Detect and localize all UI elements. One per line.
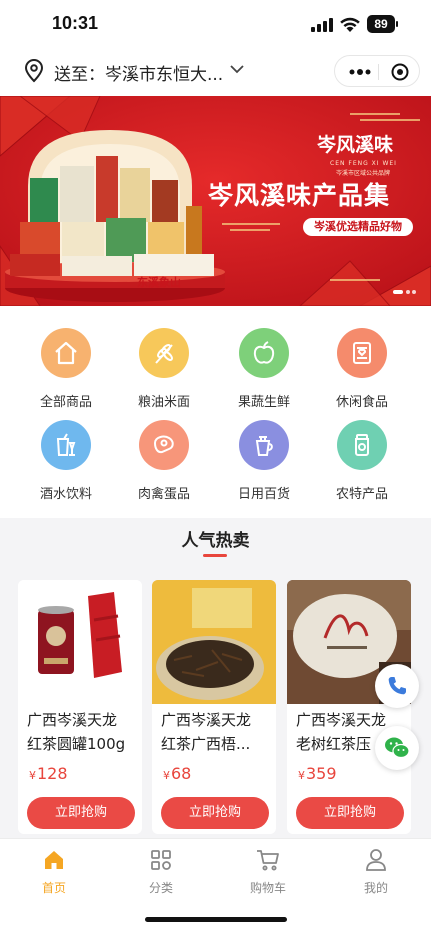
phone-contact-button[interactable] — [375, 664, 419, 708]
banner-stamp: 东溪象山 — [137, 276, 181, 289]
promo-banner[interactable]: 岑风溪味 CEN FENG XI WEI 岑溪市区域公共品牌 岑风溪味产品集 岑… — [0, 96, 431, 306]
product-price: ¥68 — [163, 764, 191, 783]
category-grid-icon — [151, 850, 171, 870]
tab-profile[interactable]: 我的 — [336, 847, 416, 896]
buy-now-button[interactable]: 立即抢购 — [296, 797, 404, 829]
banner-brand-pinyin: CEN FENG XI WEI — [330, 160, 397, 167]
currency-symbol: ¥ — [29, 769, 36, 782]
category-label: 果蔬生鲜 — [237, 395, 290, 410]
product-price: ¥128 — [29, 764, 68, 783]
product-card[interactable]: 广西岑溪天龙 红茶圆罐100g ¥128 立即抢购 — [18, 580, 142, 834]
category-snacks[interactable]: 休闲食品 — [312, 328, 412, 410]
category-label: 农特产品 — [335, 487, 388, 502]
jar-icon — [337, 420, 387, 470]
apple-icon — [239, 328, 289, 378]
category-label: 肉禽蛋品 — [137, 487, 190, 502]
price-value: 68 — [171, 764, 192, 783]
capsule-divider — [378, 64, 379, 80]
miniprogram-capsule — [334, 55, 420, 87]
snack-icon — [337, 328, 387, 378]
wechat-contact-button[interactable] — [375, 726, 419, 770]
home-icon — [45, 851, 63, 869]
section-title: 人气热卖 — [181, 531, 250, 551]
tab-label: 分类 — [148, 881, 173, 895]
tab-label: 我的 — [363, 881, 388, 895]
battery-indicator: 89 — [367, 15, 395, 33]
product-name-line2: 红茶圆罐100g — [27, 735, 126, 753]
close-miniprogram-icon[interactable] — [391, 63, 409, 81]
teapot-icon — [239, 420, 289, 470]
category-label: 日用百货 — [237, 487, 290, 502]
popular-section: 人气热卖 广西岑溪天龙 红茶圆罐100g ¥128 立即抢购 广西岑溪天龙 红茶… — [0, 518, 431, 840]
category-all-products[interactable]: 全部商品 — [16, 328, 116, 410]
product-name-line2: 红茶广西梧... — [161, 735, 251, 753]
category-label: 酒水饮料 — [39, 487, 92, 502]
tab-label: 购物车 — [249, 881, 286, 895]
product-name-line1: 广西岑溪天龙 — [27, 711, 118, 729]
category-label: 全部商品 — [39, 395, 92, 410]
tab-category[interactable]: 分类 — [121, 847, 201, 896]
chevron-down-icon[interactable] — [230, 64, 244, 74]
location-pin-icon — [24, 59, 44, 83]
carousel-indicator — [393, 290, 416, 294]
product-card[interactable]: 广西岑溪天龙 红茶广西梧... ¥68 立即抢购 — [152, 580, 276, 834]
category-daily-goods[interactable]: 日用百货 — [214, 420, 314, 502]
wheat-icon — [139, 328, 189, 378]
phone-icon — [388, 677, 406, 695]
bottom-tab-bar: 首页 分类 购物车 我的 — [0, 838, 431, 931]
buy-now-button[interactable]: 立即抢购 — [27, 797, 135, 829]
cellular-signal-icon — [311, 18, 333, 32]
more-options-icon[interactable] — [349, 69, 371, 75]
banner-brand-logo: 岑风溪味 — [317, 134, 394, 156]
home-icon — [41, 328, 91, 378]
price-value: 359 — [306, 764, 337, 783]
section-title-underline — [203, 554, 227, 557]
category-drinks[interactable]: 酒水饮料 — [16, 420, 116, 502]
tab-label: 首页 — [41, 881, 66, 895]
category-label: 休闲食品 — [335, 395, 388, 410]
drink-icon — [41, 420, 91, 470]
cart-icon — [257, 850, 279, 871]
product-name: 广西岑溪天龙 红茶广西梧... — [161, 708, 276, 756]
tab-cart[interactable]: 购物车 — [228, 847, 308, 896]
category-meat-eggs[interactable]: 肉禽蛋品 — [114, 420, 214, 502]
status-time: 10:31 — [52, 13, 99, 33]
product-image — [18, 580, 142, 704]
price-value: 128 — [37, 764, 68, 783]
banner-slogan: 岑溪优选精品好物 — [303, 218, 413, 236]
product-price: ¥359 — [298, 764, 337, 783]
home-indicator — [145, 917, 287, 922]
currency-symbol: ¥ — [298, 769, 305, 782]
user-icon — [366, 849, 386, 871]
product-image — [152, 580, 276, 704]
meat-icon — [139, 420, 189, 470]
product-name: 广西岑溪天龙 红茶圆罐100g — [27, 708, 142, 756]
tab-home[interactable]: 首页 — [14, 847, 94, 896]
category-fruit-veg[interactable]: 果蔬生鲜 — [214, 328, 314, 410]
status-bar: 10:31 89 — [0, 0, 431, 50]
category-label: 粮油米面 — [137, 395, 190, 410]
buy-now-button[interactable]: 立即抢购 — [161, 797, 269, 829]
category-grain-oil[interactable]: 粮油米面 — [114, 328, 214, 410]
category-grid: 全部商品 粮油米面 果蔬生鲜 休闲食品 酒水饮料 肉禽蛋品 日用百货 农特产品 — [0, 306, 431, 518]
address-bar: 送至：岑溪市东恒大... — [0, 50, 431, 96]
product-name-line1: 广西岑溪天龙 — [161, 711, 252, 729]
category-local-specialty[interactable]: 农特产品 — [312, 420, 412, 502]
wifi-icon — [340, 17, 360, 32]
battery-tip — [396, 21, 398, 27]
banner-title: 岑风溪味产品集 — [208, 181, 391, 210]
delivery-address[interactable]: 送至：岑溪市东恒大... — [54, 60, 223, 85]
currency-symbol: ¥ — [163, 769, 170, 782]
wechat-icon — [385, 737, 410, 759]
